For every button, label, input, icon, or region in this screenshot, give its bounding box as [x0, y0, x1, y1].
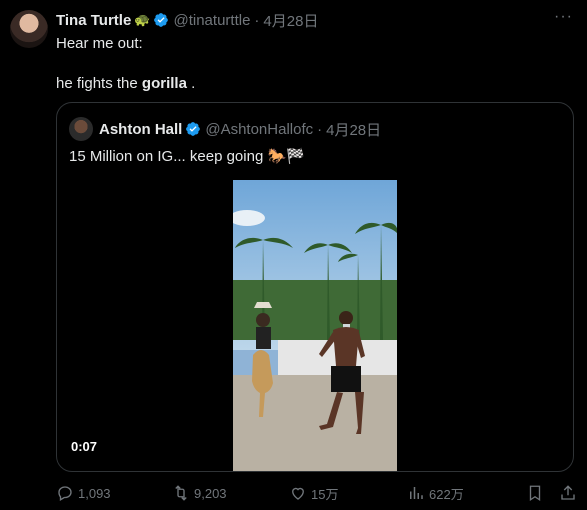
- action-bar: 1,093 9,203 15万 622万: [56, 482, 586, 504]
- like-count: 15万: [311, 486, 339, 502]
- quoted-date: 4月28日: [326, 121, 382, 139]
- views-count: 622万: [429, 486, 464, 502]
- tweet-line-2: he fights the gorilla .: [56, 74, 566, 94]
- video-timecode: 0:07: [71, 439, 98, 454]
- header-separator: ·: [254, 11, 260, 29]
- video-frame-image: [233, 180, 397, 471]
- heart-icon: [292, 487, 304, 500]
- like-button[interactable]: 15万: [289, 482, 338, 504]
- quoted-text: 15 Million on IG... keep going 🐎🏁: [69, 148, 305, 165]
- quoted-author-name: Ashton Hall: [99, 120, 183, 138]
- quoted-avatar: [69, 117, 93, 141]
- bookmark-icon: [529, 485, 541, 502]
- author-handle[interactable]: @tinaturttle: [173, 12, 250, 29]
- quoted-separator: ·: [317, 120, 323, 138]
- repost-count: 9,203: [194, 485, 227, 501]
- views-button[interactable]: 622万: [407, 482, 464, 504]
- quoted-header: Ashton Hall @AshtonHallofc · 4月28日: [69, 117, 381, 141]
- reply-count: 1,093: [78, 485, 111, 501]
- turtle-emoji: 🐢: [134, 12, 151, 27]
- quoted-handle: @AshtonHallofc: [205, 120, 314, 138]
- bookmark-button[interactable]: [526, 482, 548, 504]
- tweet-highlight-word: gorilla: [141, 75, 187, 92]
- repost-button[interactable]: 9,203: [172, 482, 227, 504]
- share-icon: [561, 485, 575, 500]
- author-name[interactable]: Tina Turtle: [56, 12, 131, 29]
- tweet-line-2-prefix: he fights the: [56, 75, 142, 92]
- share-button[interactable]: [559, 482, 581, 504]
- reply-button[interactable]: 1,093: [56, 482, 111, 504]
- quoted-verified-badge-icon: [186, 122, 201, 136]
- tweet-line-2-suffix: .: [186, 75, 196, 92]
- repost-icon: [175, 485, 187, 501]
- more-options-icon[interactable]: ···: [554, 8, 573, 26]
- tweet-date[interactable]: 4月28日: [263, 10, 318, 31]
- tweet-line-1: Hear me out:: [56, 35, 143, 52]
- quoted-tweet[interactable]: Ashton Hall @AshtonHallofc · 4月28日 15 Mi…: [56, 102, 574, 472]
- tweet-header: Tina Turtle 🐢 @tinaturttle · 4月28日: [56, 10, 577, 30]
- author-avatar[interactable]: [10, 10, 48, 48]
- tweet-body: Hear me out: he fights the gorilla .: [56, 34, 566, 94]
- views-chart-icon: [410, 487, 423, 499]
- reply-icon: [58, 486, 72, 501]
- verified-badge-icon: [154, 13, 169, 27]
- video-player[interactable]: [233, 180, 397, 471]
